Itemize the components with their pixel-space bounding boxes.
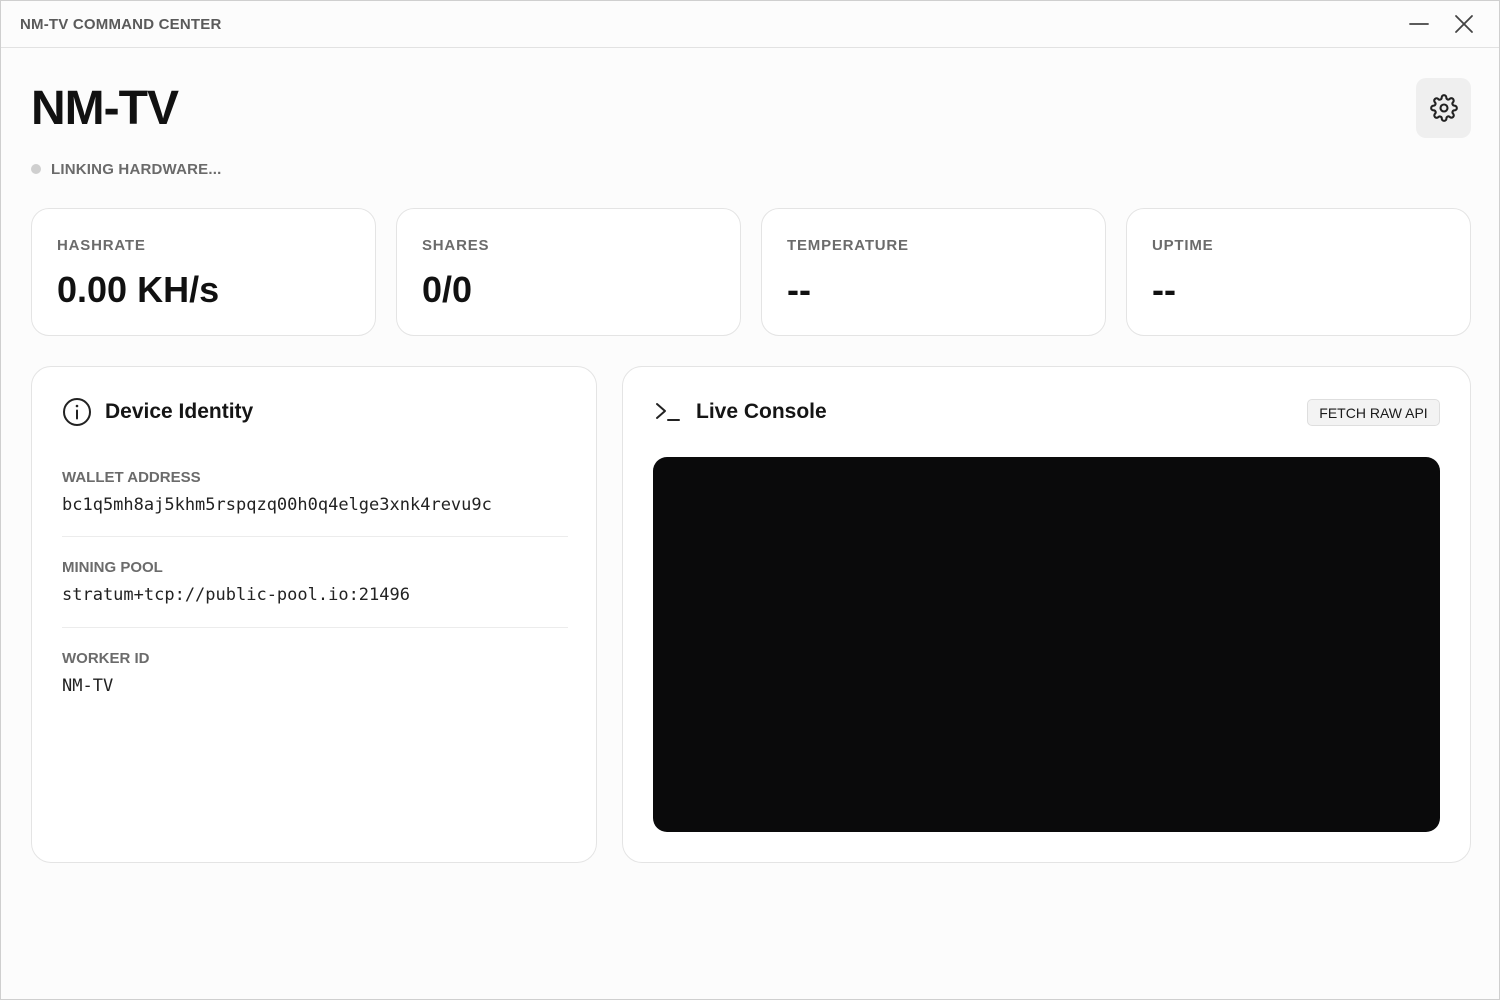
stat-value: 0.00 KH/s xyxy=(57,269,220,310)
info-icon xyxy=(63,398,91,426)
stat-card-shares: SHARES 0/0 xyxy=(396,208,741,336)
console-output[interactable] xyxy=(653,457,1440,832)
connection-status: LINKING HARDWARE... xyxy=(31,160,221,178)
minimize-button[interactable] xyxy=(1403,9,1435,39)
stat-card-hashrate: HASHRATE 0.00 KH/s xyxy=(31,208,376,336)
panel-title: Device Identity xyxy=(105,400,254,423)
close-button[interactable] xyxy=(1448,9,1480,39)
stat-card-temperature: TEMPERATURE -- xyxy=(761,208,1106,336)
panel-header: Live Console xyxy=(653,397,827,427)
mining-pool-value: stratum+tcp://public-pool.io:21496 xyxy=(62,585,410,605)
live-console-panel: Live Console FETCH RAW API xyxy=(622,366,1471,863)
stat-label: HASHRATE xyxy=(57,237,146,254)
terminal-icon xyxy=(656,403,680,421)
status-dot-icon xyxy=(31,164,41,174)
status-text: LINKING HARDWARE... xyxy=(51,160,222,178)
device-identity-panel: Device Identity WALLET ADDRESS bc1q5mh8a… xyxy=(31,366,597,863)
window-title: NM-TV COMMAND CENTER xyxy=(20,16,222,33)
panel-header: Device Identity xyxy=(62,397,253,427)
worker-id-value: NM-TV xyxy=(62,676,114,696)
stat-card-uptime: UPTIME -- xyxy=(1126,208,1471,336)
wallet-address-value: bc1q5mh8aj5khm5rspqzq00h0q4elge3xnk4revu… xyxy=(62,495,492,515)
close-icon xyxy=(1455,15,1473,33)
stat-label: UPTIME xyxy=(1152,237,1214,254)
field-label: MINING POOL xyxy=(62,559,163,576)
panel-title: Live Console xyxy=(696,400,827,423)
stat-value: -- xyxy=(1152,269,1176,310)
minimize-icon xyxy=(1409,23,1429,25)
settings-button[interactable] xyxy=(1416,78,1471,138)
stat-label: SHARES xyxy=(422,237,490,254)
divider xyxy=(62,536,568,537)
app-window: NM-TV COMMAND CENTER NM-TV LINKING HARDW… xyxy=(0,0,1500,1000)
title-bar: NM-TV COMMAND CENTER xyxy=(1,1,1499,48)
mining-pool-field: MINING POOL stratum+tcp://public-pool.io… xyxy=(62,559,568,605)
field-label: WORKER ID xyxy=(62,650,150,667)
page-title: NM-TV xyxy=(31,82,179,135)
worker-id-field: WORKER ID NM-TV xyxy=(62,650,568,696)
divider xyxy=(62,627,568,628)
stat-label: TEMPERATURE xyxy=(787,237,909,254)
stat-value: -- xyxy=(787,269,811,310)
fetch-raw-api-button[interactable]: FETCH RAW API xyxy=(1307,399,1440,426)
gear-icon xyxy=(1429,94,1458,122)
wallet-address-field: WALLET ADDRESS bc1q5mh8aj5khm5rspqzq00h0… xyxy=(62,469,568,515)
field-label: WALLET ADDRESS xyxy=(62,469,201,486)
stat-value: 0/0 xyxy=(422,269,473,310)
